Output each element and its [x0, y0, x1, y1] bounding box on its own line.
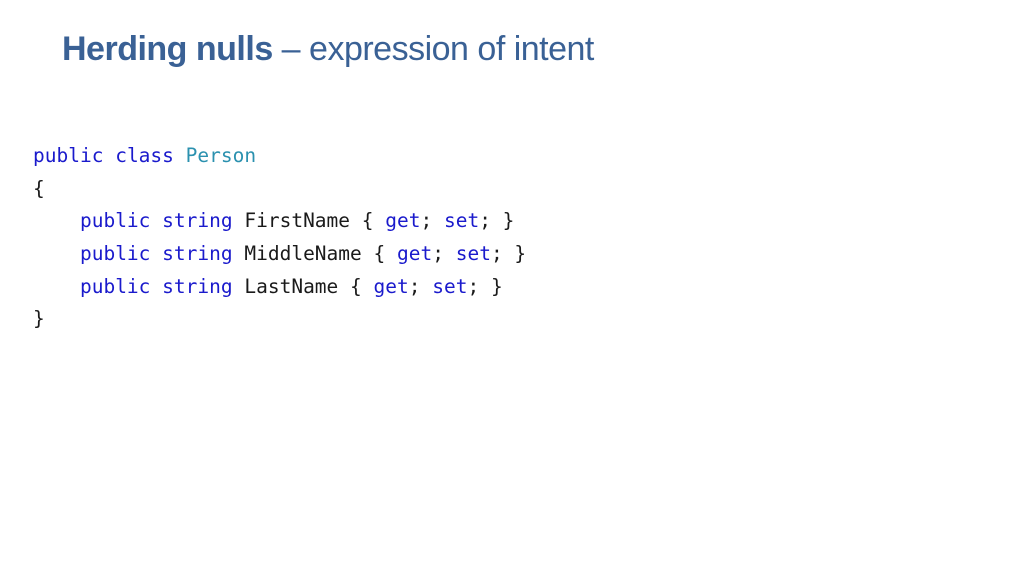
code-keyword: public — [33, 144, 104, 167]
code-keyword: get — [397, 242, 433, 266]
code-keyword: string — [162, 242, 233, 266]
code-text: ; } — [467, 274, 503, 298]
code-text: MiddleName { — [232, 242, 397, 266]
code-line: public string MiddleName { get; set; } — [33, 238, 526, 271]
slide-title: Herding nulls – expression of intent — [62, 30, 594, 69]
code-keyword: public — [79, 209, 151, 233]
title-bold: Herding nulls — [62, 30, 273, 68]
code-block: public class Person { public string First… — [33, 140, 526, 336]
code-line: { — [33, 173, 526, 206]
code-keyword: string — [162, 274, 233, 298]
code-keyword: set — [455, 242, 491, 266]
code-text: ; — [432, 242, 456, 266]
code-type-name: Person — [185, 144, 257, 167]
code-keyword: set — [432, 274, 468, 298]
code-keyword: get — [385, 209, 421, 233]
code-text: ; } — [479, 209, 515, 233]
code-text: } — [33, 307, 45, 331]
code-keyword: public — [79, 242, 151, 266]
code-text: { — [33, 176, 45, 200]
title-subtitle: – expression of intent — [272, 30, 595, 68]
code-text: FirstName { — [232, 209, 386, 233]
code-keyword: string — [162, 209, 233, 233]
code-text: ; — [408, 274, 433, 298]
code-keyword: class — [115, 144, 174, 167]
code-keyword: public — [79, 274, 151, 298]
code-keyword: get — [373, 274, 409, 298]
code-line: public string LastName { get; set; } — [33, 271, 526, 304]
code-line: public class Person — [33, 140, 526, 173]
code-text: LastName { — [232, 274, 374, 298]
code-text: ; } — [490, 242, 527, 266]
code-keyword: set — [443, 209, 480, 233]
code-text: ; — [420, 209, 444, 233]
code-line: public string FirstName { get; set; } — [33, 205, 526, 238]
code-line: } — [33, 303, 526, 336]
